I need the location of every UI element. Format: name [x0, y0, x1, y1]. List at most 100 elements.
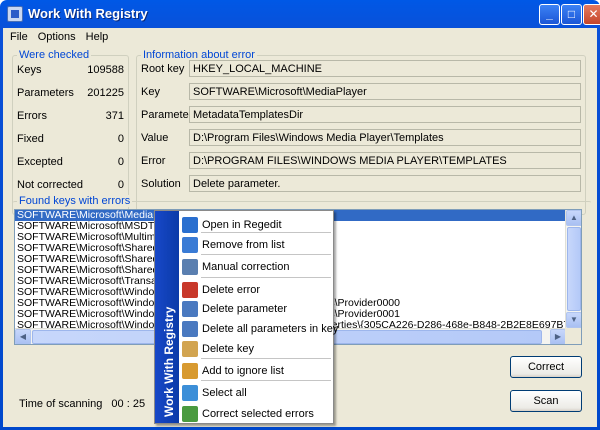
context-menu: Work With Registry Open in Regedit Remove… — [154, 210, 338, 424]
menu-item-label: Delete error — [202, 284, 261, 296]
stat-fixed: Fixed 0 — [13, 133, 128, 147]
info-value-field[interactable]: D:\Program Files\Windows Media Player\Te… — [189, 129, 581, 146]
menu-separator — [201, 358, 331, 359]
stat-value: 201225 — [87, 87, 124, 99]
stat-label: Keys — [17, 64, 42, 76]
found-keys-title: Found keys with errors — [17, 195, 133, 207]
menu-item-correct-errors[interactable]: Correct selected errors — [179, 404, 333, 424]
scan-time-label: Time of scanning — [19, 398, 103, 410]
menu-item-label: Delete parameter — [202, 303, 287, 315]
menu-item-delete-all-parameters[interactable]: Delete all parameters in key — [179, 319, 338, 339]
were-checked-group: Were checked Keys 109588 Parameters 2012… — [12, 49, 129, 215]
stat-label: Excepted — [17, 156, 63, 168]
info-key: Key SOFTWARE\Microsoft\MediaPlayer — [137, 83, 585, 101]
info-value-field[interactable]: SOFTWARE\Microsoft\MediaPlayer — [189, 83, 581, 100]
info-label: Key — [141, 86, 160, 98]
info-parameter: Parameter MetadataTemplatesDir — [137, 106, 585, 124]
menu-file[interactable]: File — [5, 28, 33, 47]
correct-errors-icon — [182, 406, 198, 422]
context-menu-sidebar: Work With Registry — [155, 211, 179, 423]
correct-button[interactable]: Correct — [510, 356, 582, 378]
delete-error-icon — [182, 282, 198, 298]
close-button[interactable]: ✕ — [583, 4, 600, 25]
menu-item-label: Manual correction — [202, 261, 290, 273]
menu-item-delete-key[interactable]: Delete key — [179, 339, 333, 359]
stat-value: 0 — [117, 156, 124, 168]
info-value: Value D:\Program Files\Windows Media Pla… — [137, 129, 585, 147]
menu-item-manual-correction[interactable]: Manual correction — [179, 257, 333, 277]
scan-button[interactable]: Scan — [510, 390, 582, 412]
info-label: Root key — [141, 63, 185, 75]
app-window: Work With Registry _ □ ✕ File Options He… — [0, 0, 600, 430]
were-checked-title: Were checked — [17, 49, 92, 61]
maximize-button[interactable]: □ — [561, 4, 582, 25]
scroll-corner — [565, 328, 581, 344]
info-label: Error — [141, 155, 166, 167]
vertical-scroll-thumb[interactable] — [567, 227, 581, 311]
stat-not-corrected: Not corrected 0 — [13, 179, 128, 193]
info-label: Value — [141, 132, 169, 144]
menu-item-label: Remove from list — [202, 239, 285, 251]
error-info-group: Information about error Root key HKEY_LO… — [136, 49, 586, 215]
vertical-scrollbar[interactable]: ▲ ▼ — [565, 210, 581, 328]
menu-item-ignore-list[interactable]: Add to ignore list — [179, 361, 333, 381]
menu-bar: File Options Help — [3, 28, 597, 47]
stat-value: 109588 — [87, 64, 124, 76]
stat-keys: Keys 109588 — [13, 64, 128, 78]
scroll-left-arrow-icon[interactable]: ◀ — [15, 329, 31, 344]
menu-item-select-all[interactable]: Select all — [179, 383, 333, 403]
menu-item-label: Delete key — [202, 343, 254, 355]
minimize-button[interactable]: _ — [539, 4, 560, 25]
scroll-down-arrow-icon[interactable]: ▼ — [566, 312, 581, 328]
menu-item-label: Add to ignore list — [202, 365, 284, 377]
info-value-field[interactable]: MetadataTemplatesDir — [189, 106, 581, 123]
info-value-field[interactable]: Delete parameter. — [189, 175, 581, 192]
menu-item-delete-error[interactable]: Delete error — [179, 280, 333, 300]
menu-item-label: Correct selected errors — [202, 408, 314, 420]
menu-item-label: Open in Regedit — [202, 219, 282, 231]
delete-key-icon — [182, 341, 198, 357]
scan-time-value: 00 : 25 — [111, 398, 146, 410]
menu-separator — [201, 232, 331, 233]
scroll-up-arrow-icon[interactable]: ▲ — [566, 210, 581, 226]
info-error: Error D:\PROGRAM FILES\WINDOWS MEDIA PLA… — [137, 152, 585, 170]
stat-excepted: Excepted 0 — [13, 156, 128, 170]
stat-value: 0 — [117, 179, 124, 191]
stat-label: Not corrected — [17, 179, 84, 191]
scan-time: Time of scanning 00 : 25 — [19, 398, 145, 410]
info-label: Solution — [141, 178, 181, 190]
manual-correction-icon — [182, 259, 198, 275]
menu-item-label: Delete all parameters in key — [202, 323, 339, 335]
app-icon — [7, 6, 23, 22]
menu-separator — [201, 380, 331, 381]
menu-item-delete-parameter[interactable]: Delete parameter — [179, 299, 333, 319]
menu-options[interactable]: Options — [33, 28, 81, 47]
menu-item-remove-list[interactable]: Remove from list — [179, 235, 333, 255]
info-solution: Solution Delete parameter. — [137, 175, 585, 193]
stat-label: Errors — [17, 110, 47, 122]
stat-errors: Errors 371 — [13, 110, 128, 124]
remove-list-icon — [182, 237, 198, 253]
menu-separator — [201, 254, 331, 255]
delete-all-parameters-icon — [182, 321, 198, 337]
select-all-icon — [182, 385, 198, 401]
info-value-field[interactable]: D:\PROGRAM FILES\WINDOWS MEDIA PLAYER\TE… — [189, 152, 581, 169]
stat-value: 0 — [117, 133, 124, 145]
menu-item-label: Select all — [202, 387, 247, 399]
stat-label: Parameters — [17, 87, 74, 99]
scroll-right-arrow-icon[interactable]: ▶ — [550, 329, 566, 344]
info-value-field[interactable]: HKEY_LOCAL_MACHINE — [189, 60, 581, 77]
menu-separator — [201, 277, 331, 278]
stat-parameters: Parameters 201225 — [13, 87, 128, 101]
title-bar[interactable]: Work With Registry _ □ ✕ — [3, 0, 600, 28]
stat-value: 371 — [105, 110, 124, 122]
context-menu-side-label: Work With Registry — [162, 306, 176, 417]
regedit-icon — [182, 217, 198, 233]
menu-help[interactable]: Help — [81, 28, 114, 47]
window-title: Work With Registry — [28, 6, 148, 21]
info-root-key: Root key HKEY_LOCAL_MACHINE — [137, 60, 585, 78]
ignore-list-icon — [182, 363, 198, 379]
delete-parameter-icon — [182, 301, 198, 317]
info-label: Parameter — [141, 109, 193, 121]
stat-label: Fixed — [17, 133, 44, 145]
